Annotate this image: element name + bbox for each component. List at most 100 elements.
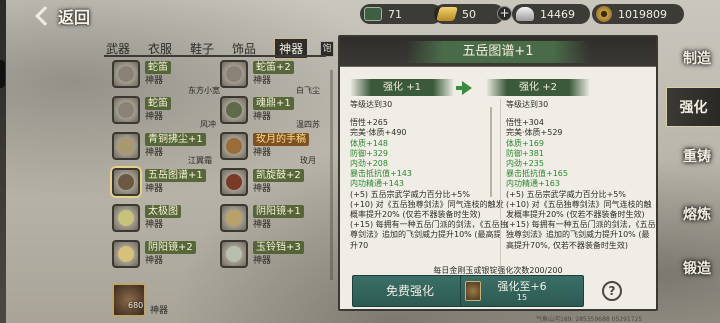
list-item[interactable]: 蛇笛 神器 — [112, 95, 171, 125]
currency-value: 1019809 — [618, 7, 667, 21]
currency-gold-ingot: 50 + — [434, 4, 512, 24]
current-level-head: 强化 +1 — [350, 79, 454, 96]
stat-line: 防御+329 — [350, 148, 388, 158]
next-level-head: 强化 +2 — [486, 79, 590, 96]
list-item[interactable]: 凯旋鼓+2 神器 — [220, 167, 304, 197]
nav-forge[interactable]: 锻造 — [674, 249, 720, 289]
item-type: 神器 — [145, 220, 164, 230]
stat-line: 等级达到30 — [506, 100, 549, 109]
list-item[interactable]: 阴阳镜+1 神器 — [220, 203, 304, 233]
item-type: 神器 — [145, 76, 164, 86]
back-label: 返回 — [58, 8, 91, 27]
mirror-icon — [220, 204, 248, 232]
add-gold-button[interactable]: + — [497, 6, 512, 21]
list-item[interactable]: 阴阳镜+2 神器 — [112, 239, 196, 269]
back-arrow-icon — [35, 6, 55, 26]
item-owner: 白飞尘 — [296, 86, 320, 95]
panel-header: 五岳图谱+1 — [340, 37, 656, 67]
back-button[interactable]: 返回 — [34, 4, 90, 28]
nav-recast[interactable]: 重铸 — [674, 137, 720, 177]
flute-icon — [112, 96, 140, 124]
stat-line: 防御+381 — [506, 148, 544, 158]
stat-line: (+5) 五岳宗武学威力百分比+5% — [506, 189, 626, 199]
list-item[interactable]: 蛇笛+2 神器 — [220, 59, 294, 89]
stat-line: 完美·体质+529 — [506, 128, 563, 138]
stat-line: 暴击抵抗值+143 — [350, 169, 412, 179]
drum-icon — [220, 168, 248, 196]
enhance-to-button[interactable]: 强化至+6 15 — [460, 275, 584, 307]
stat-line: (+10) 对《五岳独尊剑法》同气连枝的触发概率提升20% (仅若不器装备时生效… — [350, 199, 504, 220]
mirror-icon — [112, 240, 140, 268]
currency-value: 50 — [462, 7, 476, 21]
item-owner: 江翼霜 — [188, 156, 212, 165]
material-type: 神器 — [150, 306, 169, 316]
stat-line: 体质+169 — [506, 138, 544, 148]
help-button[interactable]: ? — [602, 281, 622, 301]
item-name: 玫月的手稿 — [253, 133, 309, 146]
stat-line: 内功精通+163 — [506, 179, 560, 189]
book-icon — [112, 168, 140, 196]
nav-craft[interactable]: 制造 — [674, 39, 720, 79]
stats-scrollbar[interactable] — [490, 107, 492, 197]
currency-value: 71 — [388, 7, 402, 21]
silver-ingot-icon — [516, 7, 534, 21]
list-item-selected[interactable]: 五岳图谱+1 神器 — [112, 167, 206, 197]
stat-line: (+15) 每拥有一种五岳门派的剑法，《五岳独尊剑法》追加的飞剑威力提升10% … — [506, 220, 656, 250]
list-scrollbar[interactable] — [330, 70, 333, 280]
list-item[interactable]: 蛇笛 神器 — [112, 59, 171, 89]
item-type: 神器 — [253, 220, 272, 230]
item-owner: 玫月 — [300, 156, 316, 165]
list-item[interactable]: 玉铃铛+3 神器 — [220, 239, 304, 269]
item-owner: 温四苏 — [296, 120, 320, 129]
item-name: 凯旋鼓+2 — [253, 169, 304, 182]
material-slot[interactable] — [112, 283, 146, 317]
stat-line: 悟性+265 — [350, 118, 388, 128]
item-name: 蛇笛 — [145, 97, 171, 110]
item-name: 玉铃铛+3 — [253, 241, 304, 254]
gold-ingot-icon — [436, 7, 458, 21]
stat-line: (+15) 每拥有一种五岳门派的剑法，《五岳独尊剑法》追加的飞剑威力提升10% … — [350, 220, 508, 250]
screen-edge — [0, 0, 6, 323]
nav-enhance[interactable]: 强化 — [666, 87, 720, 127]
item-name: 五岳图谱+1 — [145, 169, 206, 182]
item-type: 神器 — [145, 256, 164, 266]
stat-line: 完美·体质+490 — [350, 128, 407, 138]
arrow-right-icon — [462, 81, 472, 95]
free-enhance-button[interactable]: 免费强化 — [352, 275, 468, 307]
column-divider — [500, 99, 501, 289]
stat-line: 暴击抵抗值+165 — [506, 169, 568, 179]
panel-title: 五岳图谱+1 — [406, 41, 590, 63]
item-owner: 风冲 — [200, 120, 216, 129]
stat-line: (+5) 五岳宗武学威力百分比+5% — [350, 189, 470, 199]
material-count: 680 — [128, 301, 144, 310]
cauldron-icon — [220, 96, 248, 124]
item-name: 魂鼎+1 — [253, 97, 294, 110]
whisk-icon — [112, 132, 140, 160]
ticket-icon — [364, 7, 382, 21]
stat-line: 悟性+304 — [506, 118, 544, 128]
item-name: 蛇笛+2 — [253, 61, 294, 74]
item-name: 阴阳镜+1 — [253, 205, 304, 218]
item-type: 神器 — [253, 184, 272, 194]
list-item[interactable]: 玫月的手稿 神器 — [220, 131, 309, 161]
manuscript-icon — [220, 132, 248, 160]
list-item[interactable]: 魂鼎+1 神器 — [220, 95, 294, 125]
stat-line: 体质+148 — [350, 138, 388, 148]
item-list[interactable]: 蛇笛 神器 东方小宽 蛇笛+2 神器 白飞尘 蛇笛 神器 风冲 魂鼎+1 神器 温四苏 … — [104, 57, 330, 289]
item-type: 神器 — [253, 112, 272, 122]
nav-smelt[interactable]: 熔炼 — [674, 195, 720, 235]
flute-icon — [220, 60, 248, 88]
list-item[interactable]: 太极图 神器 — [112, 203, 181, 233]
copper-coin-icon — [596, 6, 612, 22]
enhance-panel: 五岳图谱+1 强化 +1 强化 +2 等级达到30 悟性+265 完美·体质+490… — [338, 35, 658, 311]
flute-icon — [112, 60, 140, 88]
item-name: 太极图 — [145, 205, 181, 218]
stat-line: 内劲+235 — [506, 159, 544, 169]
stat-line: 等级达到30 — [350, 100, 393, 109]
item-type: 神器 — [145, 184, 164, 194]
stat-line: 内功精通+143 — [350, 179, 404, 189]
camera-notch — [0, 60, 5, 88]
stat-line: (+10) 对《五岳独尊剑法》同气连枝的触发概率提升20% (仅若不器装备时生效… — [506, 199, 652, 220]
enhance-to-label: 强化至+6 — [497, 280, 547, 293]
next-stats: 等级达到30 悟性+304 完美·体质+529 体质+169 防御+381 内劲+235 暴… — [506, 100, 656, 284]
